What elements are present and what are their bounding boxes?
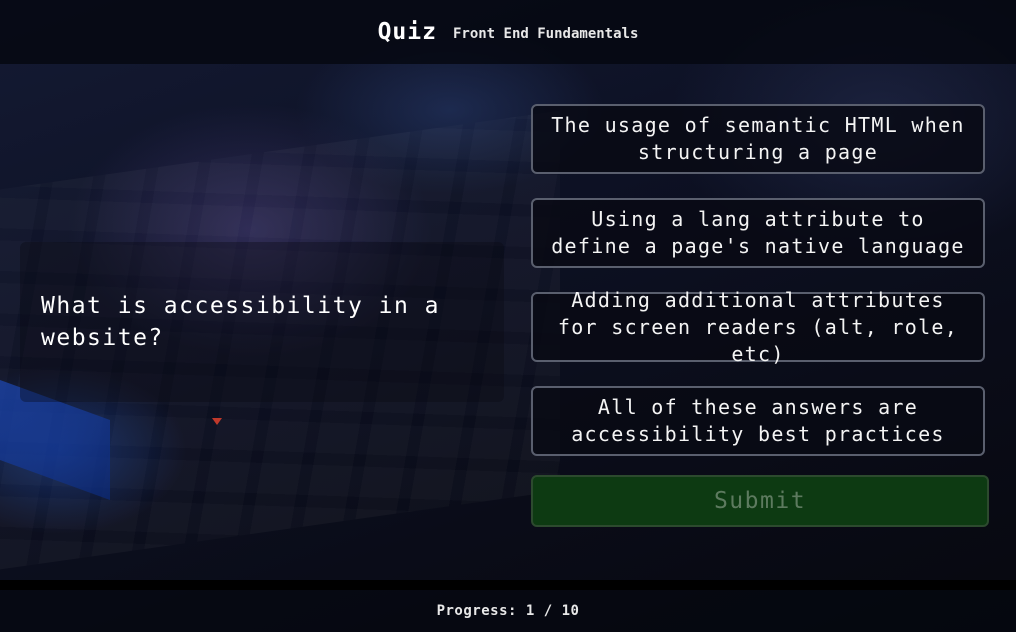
- answer-option-3[interactable]: Adding additional attributes for screen …: [531, 288, 985, 366]
- answer-option-2[interactable]: Using a lang attribute to define a page'…: [531, 198, 985, 268]
- footer: Progress: 1 / 10: [0, 590, 1016, 632]
- question-panel: What is accessibility in a website?: [20, 242, 504, 402]
- answer-option-1[interactable]: The usage of semantic HTML when structur…: [531, 104, 985, 174]
- question-text: What is accessibility in a website?: [41, 293, 441, 351]
- background-red-light: [212, 418, 222, 425]
- quiz-app: Quiz Front End Fundamentals What is acce…: [0, 0, 1016, 632]
- quiz-subtitle: Front End Fundamentals: [452, 26, 639, 42]
- footer-divider: [0, 580, 1016, 590]
- progress-indicator: Progress: 1 / 10: [436, 603, 580, 619]
- submit-button[interactable]: Submit: [531, 475, 989, 527]
- page-title: Quiz: [377, 19, 437, 45]
- header: Quiz Front End Fundamentals: [0, 0, 1016, 64]
- answer-option-4[interactable]: All of these answers are accessibility b…: [531, 386, 985, 456]
